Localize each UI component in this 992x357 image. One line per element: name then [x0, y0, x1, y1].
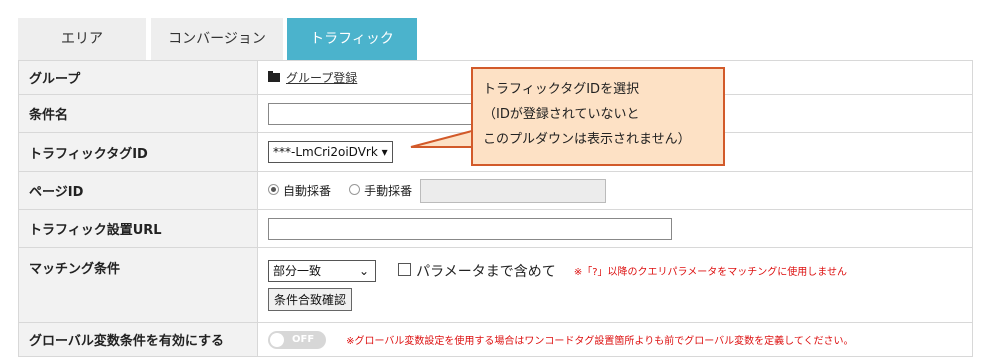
manual-page-id-input[interactable]: [420, 178, 607, 203]
manual-number-label: 手動採番: [364, 184, 413, 198]
callout-line-3: このプルダウンは表示されません）: [483, 132, 691, 147]
manual-number-radio[interactable]: [349, 184, 361, 195]
condition-check-button[interactable]: 条件合致確認: [268, 287, 353, 311]
matching-cell: 部分一致 ⌄ パラメータまで含めて ※「?」以降のクエリパラメータをマッチングに使…: [257, 247, 973, 323]
callout-line-2: （IDが登録されていないと: [483, 107, 640, 122]
toggle-knob: [270, 332, 284, 347]
toggle-label: OFF: [292, 333, 315, 345]
group-label: グループ: [18, 60, 258, 95]
url-cell: [257, 209, 973, 248]
row-page-id: ページID 自動採番 手動採番: [18, 171, 973, 210]
param-checkbox[interactable]: [398, 263, 412, 276]
group-register-link[interactable]: グループ登録: [286, 71, 357, 85]
tab-conversion[interactable]: コンバージョン: [151, 18, 283, 60]
global-variable-toggle[interactable]: OFF: [268, 330, 326, 349]
global-variable-label: グローバル変数条件を有効にする: [18, 322, 258, 357]
matching-select-value: 部分一致: [273, 263, 322, 278]
callout-line-1: トラフィックタグIDを選択: [483, 82, 640, 97]
param-label: パラメータまで含めて: [416, 263, 556, 280]
page-id-cell: 自動採番 手動採番: [257, 171, 973, 210]
annotation-callout: トラフィックタグIDを選択 （IDが登録されていないと このプルダウンは表示され…: [471, 67, 725, 166]
auto-number-radio[interactable]: [268, 184, 279, 195]
global-variable-cell: OFF ※グローバル変数設定を使用する場合はワンコードタグ設置箇所よりも前でグロ…: [257, 322, 973, 357]
url-input[interactable]: [268, 217, 672, 240]
condition-name-label: 条件名: [18, 94, 258, 133]
traffic-tag-select[interactable]: ***-LmCri2oiDVrk ▾: [268, 141, 393, 163]
matching-select[interactable]: 部分一致 ⌄: [268, 259, 376, 282]
tab-traffic[interactable]: トラフィック: [287, 18, 417, 60]
row-url: トラフィック設置URL: [18, 209, 973, 248]
auto-number-label: 自動採番: [283, 184, 332, 198]
row-matching: マッチング条件 部分一致 ⌄ パラメータまで含めて ※「?」以降のクエリパラメータ…: [18, 247, 973, 323]
folder-icon: [268, 71, 280, 82]
row-global-variable: グローバル変数条件を有効にする OFF ※グローバル変数設定を使用する場合はワン…: [18, 322, 973, 357]
page-id-label: ページID: [18, 171, 258, 210]
tab-area[interactable]: エリア: [18, 18, 146, 60]
matching-note: ※「?」以降のクエリパラメータをマッチングに使用しません: [573, 267, 847, 278]
url-label: トラフィック設置URL: [18, 209, 258, 248]
traffic-tag-label: トラフィックタグID: [18, 132, 258, 172]
chevron-down-icon: ⌄: [358, 263, 369, 278]
global-variable-note: ※グローバル変数設定を使用する場合はワンコードタグ設置箇所よりも前でグローバル変…: [346, 336, 854, 347]
matching-label: マッチング条件: [18, 247, 258, 323]
